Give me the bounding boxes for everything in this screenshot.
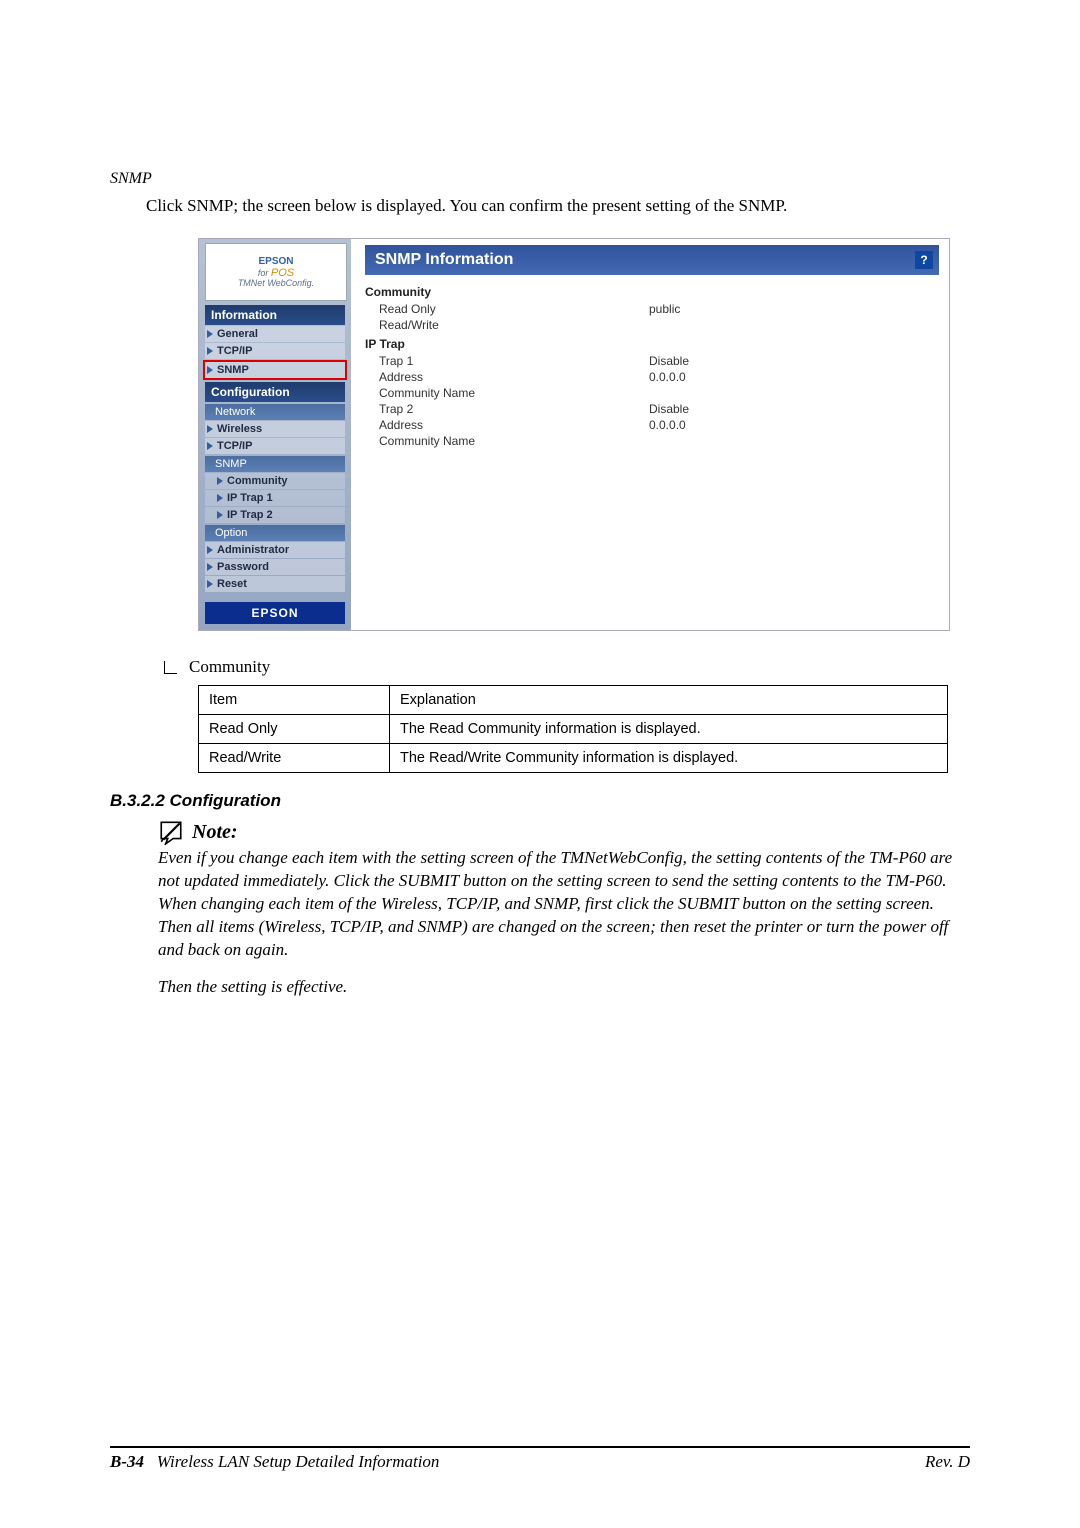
bullet-icon [164,661,177,674]
logo-block: EPSON for POS TMNet WebConfig. [205,243,347,301]
sidebar-item-tcpip[interactable]: TCP/IP [205,343,345,359]
kv-row: Trap 2Disable [365,401,939,417]
kv-value: 0.0.0.0 [649,370,686,384]
triangle-icon [207,563,213,571]
sidebar-item-label: Community [227,475,288,487]
kv-key: Trap 2 [379,402,649,416]
sidebar-item-iptrap2[interactable]: IP Trap 2 [205,507,345,523]
snmp-subheading: SNMP [110,170,970,188]
triangle-icon [207,330,213,338]
kv-row: Community Name [365,385,939,401]
td-explanation: The Read/Write Community information is … [390,744,948,773]
sidebar: EPSON for POS TMNet WebConfig. Informati… [199,239,351,630]
kv-key: Community Name [379,386,649,400]
sidebar-item-label: Password [217,561,269,573]
bullet-text: Community [189,657,270,677]
kv-key: Trap 1 [379,354,649,368]
community-table: Item Explanation Read Only The Read Comm… [198,685,948,773]
webconfig-screenshot: EPSON for POS TMNet WebConfig. Informati… [198,238,950,631]
kv-row: Community Name [365,433,939,449]
kv-key: Read Only [379,302,649,316]
sidebar-item-label: Wireless [217,423,262,435]
panel-title-bar: SNMP Information ? [365,245,939,275]
group-heading-community: Community [365,285,939,299]
kv-row: Trap 1Disable [365,353,939,369]
group-heading-iptrap: IP Trap [365,337,939,351]
sidebar-item-label: TCP/IP [217,440,252,452]
sidebar-item-config-tcpip[interactable]: TCP/IP [205,438,345,454]
kv-key: Read/Write [379,318,649,332]
triangle-icon [207,425,213,433]
sidebar-item-wireless[interactable]: Wireless [205,421,345,437]
triangle-icon [207,347,213,355]
note-heading: Note: [158,819,970,845]
logo-for: for POS [258,267,294,279]
note-body-2: When changing each item of the Wireless,… [158,893,970,962]
note-body-3: Then the setting is effective. [158,976,970,999]
sidebar-category-network: Network [205,404,345,420]
footer-revision: Rev. D [925,1452,970,1472]
kv-row: Address0.0.0.0 [365,417,939,433]
th-explanation: Explanation [390,686,948,715]
table-row: Read Only The Read Community information… [199,715,948,744]
sidebar-item-snmp[interactable]: SNMP [203,360,347,380]
sidebar-item-label: IP Trap 1 [227,492,273,504]
triangle-icon [207,580,213,588]
bullet-community: Community [164,657,970,677]
triangle-icon [207,442,213,450]
kv-key: Community Name [379,434,649,448]
footer-title: Wireless LAN Setup Detailed Information [157,1452,440,1471]
sidebar-item-label: SNMP [217,364,249,376]
triangle-icon [217,477,223,485]
logo-epson: EPSON [258,256,293,267]
triangle-icon [217,511,223,519]
help-icon[interactable]: ? [915,251,933,269]
td-item: Read/Write [199,744,390,773]
page-footer: B-34 Wireless LAN Setup Detailed Informa… [110,1446,970,1472]
note-icon [158,819,184,845]
sidebar-item-iptrap1[interactable]: IP Trap 1 [205,490,345,506]
kv-row: Address0.0.0.0 [365,369,939,385]
triangle-icon [207,366,213,374]
main-panel: SNMP Information ? Community Read Onlypu… [351,239,949,630]
sidebar-item-label: Administrator [217,544,289,556]
logo-name: TMNet WebConfig. [238,279,314,289]
kv-value: 0.0.0.0 [649,418,686,432]
sidebar-item-label: General [217,328,258,340]
table-row: Item Explanation [199,686,948,715]
sidebar-item-label: Reset [217,578,247,590]
sidebar-category-option: Option [205,525,345,541]
note-body-1: Even if you change each item with the se… [158,847,970,893]
sidebar-item-label: TCP/IP [217,345,252,357]
sidebar-subcategory-snmp: SNMP [205,456,345,472]
td-explanation: The Read Community information is displa… [390,715,948,744]
sidebar-item-general[interactable]: General [205,326,345,342]
panel-title: SNMP Information [375,251,513,268]
sidebar-item-reset[interactable]: Reset [205,576,345,592]
kv-key: Address [379,418,649,432]
kv-row: Read Onlypublic [365,301,939,317]
section-heading-configuration: B.3.2.2 Configuration [110,791,970,811]
table-row: Read/Write The Read/Write Community info… [199,744,948,773]
sidebar-section-configuration: Configuration [205,382,345,402]
intro-paragraph: Click SNMP; the screen below is displaye… [146,196,970,216]
sidebar-item-community[interactable]: Community [205,473,345,489]
sidebar-section-information: Information [205,305,345,325]
kv-row: Read/Write [365,317,939,333]
sidebar-item-label: IP Trap 2 [227,509,273,521]
sidebar-item-admin[interactable]: Administrator [205,542,345,558]
footer-page-number: B-34 [110,1452,144,1471]
sidebar-item-password[interactable]: Password [205,559,345,575]
td-item: Read Only [199,715,390,744]
kv-value: Disable [649,354,689,368]
kv-value: public [649,302,680,316]
kv-key: Address [379,370,649,384]
triangle-icon [217,494,223,502]
triangle-icon [207,546,213,554]
th-item: Item [199,686,390,715]
epson-badge: EPSON [205,602,345,624]
note-label: Note: [192,821,238,844]
kv-value: Disable [649,402,689,416]
